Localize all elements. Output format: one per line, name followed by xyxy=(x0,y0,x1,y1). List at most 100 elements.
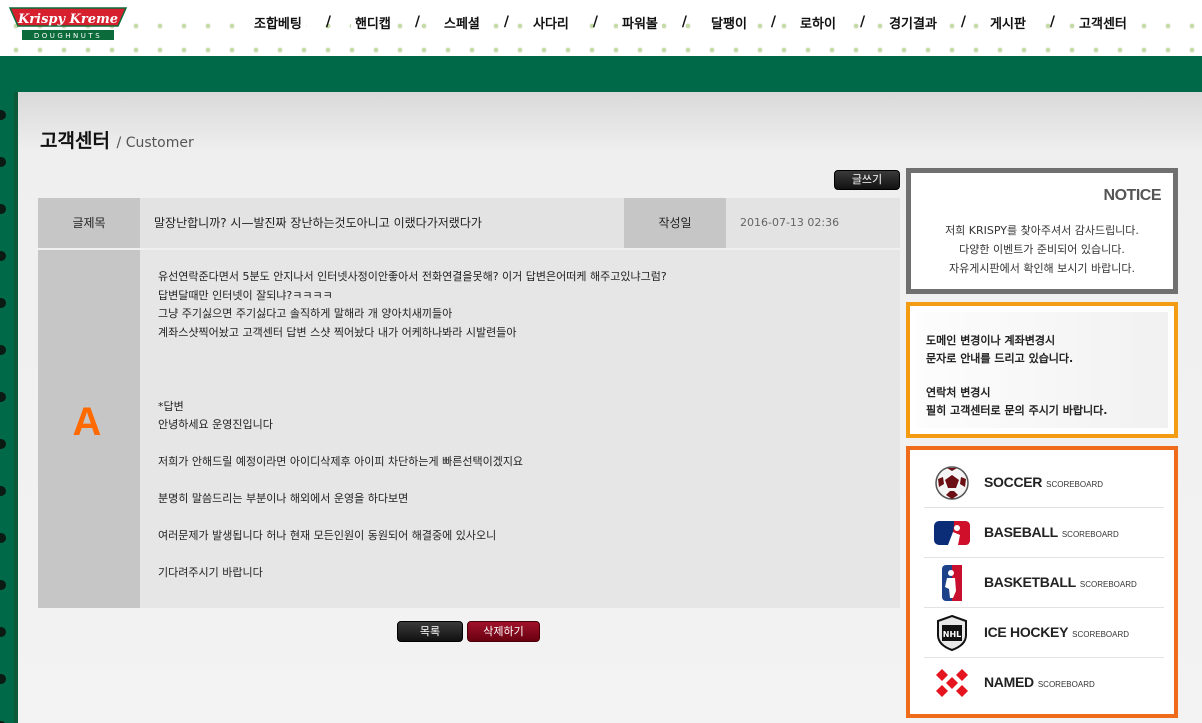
content-line xyxy=(158,361,888,380)
content-line: 유선연락준다면서 5분도 안지나서 인터넷사정이안좋아서 전화연결을못해? 이거… xyxy=(158,270,667,283)
list-button[interactable]: 목록 xyxy=(397,621,463,642)
mlb-logo-icon xyxy=(934,521,970,545)
notice-line: 저희 KRISPY를 찾아주셔서 감사드립니다. xyxy=(945,224,1139,237)
nav-separator: / xyxy=(859,14,866,30)
info-line: 필히 고객센터로 문의 주시기 바랍니다. xyxy=(926,404,1108,417)
nav-item[interactable]: 게시판 xyxy=(986,10,1030,34)
nav-item[interactable]: 달팽이 xyxy=(707,10,751,34)
nav-item[interactable]: 조합베팅 xyxy=(250,10,306,34)
binder-ring xyxy=(0,345,6,355)
info-line: 도메인 변경이나 계좌변경시 xyxy=(926,334,1056,347)
binder-ring xyxy=(0,204,6,214)
named-logo-icon xyxy=(936,669,968,697)
binder-rings xyxy=(0,92,14,723)
answer-mark: A xyxy=(72,400,102,444)
binder-ring xyxy=(0,251,6,261)
nav-separator: / xyxy=(325,14,331,30)
post-content: 유선연락준다면서 5분도 안지나서 인터넷사정이안좋아서 전화연결을못해? 이거… xyxy=(158,268,888,583)
binder-ring xyxy=(0,580,6,590)
write-button[interactable]: 글쓰기 xyxy=(834,170,900,190)
scoreboard-name: BASKETBALL xyxy=(984,574,1076,590)
scoreboard-name: NAMED xyxy=(984,674,1034,690)
scoreboard-label: NAMED SCOREBOARD xyxy=(984,674,1095,690)
binder-ring xyxy=(0,533,6,543)
scoreboard-list: SOCCER SCOREBOARD BASEBALL SCOREBOARD BASKET… xyxy=(906,446,1178,718)
info-line: 문자로 안내를 드리고 있습니다. xyxy=(926,352,1074,365)
binder-ring xyxy=(0,486,6,496)
notice-box: NOTICE 저희 KRISPY를 찾아주셔서 감사드립니다. 다양한 이벤트가 … xyxy=(906,168,1178,294)
binder-ring xyxy=(0,298,6,308)
scoreboard-ice-hockey[interactable]: NHL ICE HOCKEY SCOREBOARD xyxy=(924,608,1164,658)
content-line: 여러문제가 발생됩니다 허나 현재 모든인원이 동원되어 해결중에 있사오니 xyxy=(158,529,497,542)
nav-item[interactable]: 스페셜 xyxy=(439,10,484,34)
notice-title: NOTICE xyxy=(1103,187,1162,204)
content-line: 계좌스샷찍어놨고 고객센터 답변 스샷 찍어놨다 내가 어케하나봐라 시발련들아 xyxy=(158,325,517,339)
content-line: 기다려주시기 바랍니다 xyxy=(158,566,263,579)
content-line xyxy=(158,472,888,491)
nav-item[interactable]: 경기결과 xyxy=(885,10,941,34)
content-line: 그냥 주기싫으면 주기싫다고 솔직하게 말해라 개 양아치새끼들아 xyxy=(158,307,453,320)
binder-ring xyxy=(0,110,6,120)
binder-ring xyxy=(0,674,6,684)
page-title-text: 고객센터 xyxy=(40,130,110,152)
content-line xyxy=(158,546,888,565)
scoreboard-baseball[interactable]: BASEBALL SCOREBOARD xyxy=(924,508,1164,558)
scoreboard-suffix: SCOREBOARD xyxy=(1079,580,1137,589)
nav-item[interactable]: 핸디캡 xyxy=(350,10,395,34)
svg-text:Krispy Kreme: Krispy Kreme xyxy=(17,12,118,27)
page-subtitle: / Customer xyxy=(116,135,194,151)
content-line xyxy=(158,379,888,398)
answer-column: A xyxy=(38,250,140,608)
scoreboard-soccer[interactable]: SOCCER SCOREBOARD xyxy=(924,458,1164,508)
nav-separator: / xyxy=(503,14,509,30)
info-text: 도메인 변경이나 계좌변경시문자로 안내를 드리고 있습니다. 연락처 변경시필히… xyxy=(926,332,1107,420)
scoreboard-suffix: SCOREBOARD xyxy=(1037,680,1095,689)
content-line: *답변 xyxy=(158,399,184,413)
nav-separator: / xyxy=(770,14,777,30)
scoreboard-name: SOCCER xyxy=(984,474,1043,490)
delete-button[interactable]: 삭제하기 xyxy=(467,621,540,642)
scoreboard-suffix: SCOREBOARD xyxy=(1046,480,1104,489)
scoreboard-label: BASKETBALL SCOREBOARD xyxy=(984,574,1137,590)
scoreboard-suffix: SCOREBOARD xyxy=(1061,530,1119,539)
scoreboard-basketball[interactable]: BASKETBALL SCOREBOARD xyxy=(924,558,1164,608)
nav-separator: / xyxy=(960,14,967,30)
content-line xyxy=(158,435,888,454)
scoreboard-named[interactable]: NAMED SCOREBOARD xyxy=(924,658,1164,708)
krispy-kreme-logo[interactable]: Krispy Kreme DOUGHNUTS xyxy=(6,4,130,44)
notice-line: 다양한 이벤트가 준비되어 있습니다. xyxy=(959,243,1125,256)
page-title: 고객센터 / Customer xyxy=(40,126,194,153)
content-line: 저희가 안해드릴 예정이라면 아이디삭제후 아이피 차단하는게 빠른선택이겠지요 xyxy=(158,455,524,468)
post-date: 2016-07-13 02:36 xyxy=(740,216,840,229)
content-line xyxy=(158,342,888,361)
info-line xyxy=(926,368,1107,384)
content-line: 안녕하세요 운영진입니다 xyxy=(158,418,273,431)
scoreboard-label: ICE HOCKEY SCOREBOARD xyxy=(984,624,1129,640)
nav-item[interactable]: 고객센터 xyxy=(1075,10,1131,34)
scoreboard-name: ICE HOCKEY xyxy=(984,624,1069,640)
soccer-ball-icon xyxy=(935,466,969,500)
nav-separator: / xyxy=(592,14,599,30)
svg-text:NHL: NHL xyxy=(943,630,962,639)
nav-item[interactable]: 사다리 xyxy=(529,10,573,34)
nav-separator: / xyxy=(1049,14,1056,30)
nav-separator: / xyxy=(681,14,688,30)
site-header: Krispy Kreme DOUGHNUTS 조합베팅 / 핸디캡 / 스페셜 / 사다리 /… xyxy=(0,0,1202,56)
nav-item[interactable]: 파워볼 xyxy=(618,10,662,34)
scoreboard-label: SOCCER SCOREBOARD xyxy=(984,474,1103,490)
post-header-row: 글제목 말장난합니까? 시—발진짜 장난하는것도아니고 이랬다가저랬다가 작성일… xyxy=(38,198,900,248)
green-banner xyxy=(0,56,1202,92)
nhl-logo-icon: NHL xyxy=(937,615,967,651)
binder-ring xyxy=(0,157,6,167)
scoreboard-suffix: SCOREBOARD xyxy=(1072,630,1130,639)
nav-item[interactable]: 로하이 xyxy=(796,10,840,34)
date-label: 작성일 xyxy=(624,198,726,248)
info-inner: 도메인 변경이나 계좌변경시문자로 안내를 드리고 있습니다. 연락처 변경시필히… xyxy=(916,312,1168,428)
notice-text: 저희 KRISPY를 찾아주셔서 감사드립니다. 다양한 이벤트가 준비되어 있습… xyxy=(911,221,1173,278)
content-line: 분명히 말씀드리는 부분이나 해외에서 운영을 하다보면 xyxy=(158,492,409,505)
scoreboard-label: BASEBALL SCOREBOARD xyxy=(984,524,1119,540)
content-line xyxy=(158,509,888,528)
post-body: A 유선연락준다면서 5분도 안지나서 인터넷사정이안좋아서 전화연결을못해? … xyxy=(38,250,900,608)
info-line: 연락처 변경시 xyxy=(926,386,991,399)
nba-logo-icon xyxy=(942,565,962,601)
